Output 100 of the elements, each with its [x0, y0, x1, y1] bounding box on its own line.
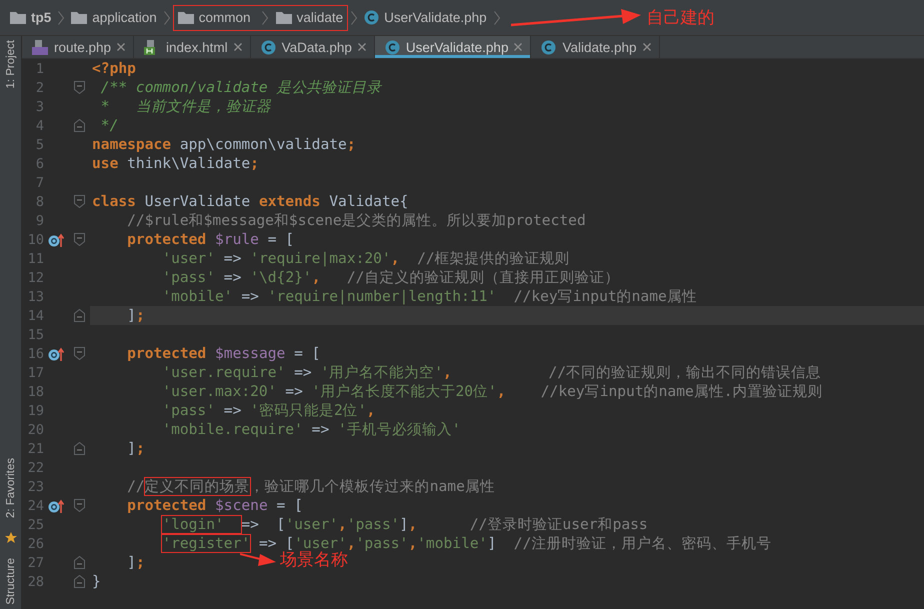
- code-line: 'pass' => '\d{2}', //自定义的验证规则（直接用正则验证）: [161, 268, 620, 287]
- arrow-icon: [510, 6, 641, 28]
- line-number: 10: [26, 232, 44, 248]
- folder-icon: [71, 11, 88, 24]
- tool-window-tab[interactable]: 2: Favorites: [4, 454, 16, 522]
- class-icon: [364, 10, 380, 25]
- override-icon[interactable]: [48, 498, 64, 512]
- line-number: 15: [26, 326, 44, 342]
- code-line: }: [91, 572, 102, 591]
- line-number: 1: [34, 60, 44, 76]
- override-icon[interactable]: [48, 232, 64, 246]
- breadcrumb-item[interactable]: tp5: [6, 10, 56, 25]
- code-line: protected $rule = [: [126, 230, 296, 249]
- close-icon[interactable]: [117, 43, 126, 51]
- line-number: 23: [26, 478, 44, 494]
- code-line: /** common/validate 是公共验证目录: [100, 78, 383, 97]
- php-file-icon: [32, 40, 48, 54]
- line-number: 20: [26, 422, 44, 438]
- code-line: protected $message = [: [126, 344, 322, 363]
- folder-icon: [178, 11, 194, 24]
- line-number: 27: [26, 554, 44, 570]
- code-line: */: [100, 116, 120, 135]
- close-icon[interactable]: [514, 43, 522, 51]
- code-line: ];: [126, 439, 146, 458]
- line-number: 26: [26, 536, 44, 552]
- fold-icon[interactable]: [74, 81, 84, 94]
- class-icon: [541, 40, 556, 54]
- fold-icon[interactable]: [74, 499, 84, 512]
- close-icon[interactable]: [234, 43, 242, 51]
- code-line: * 当前文件是，验证器: [100, 97, 272, 116]
- fold-icon[interactable]: [74, 556, 84, 569]
- close-icon[interactable]: [642, 43, 651, 51]
- chevron-icon: [351, 10, 358, 24]
- chevron-icon: [494, 10, 500, 24]
- annotation-label: 自己建的: [646, 7, 715, 29]
- line-number: 13: [26, 288, 44, 304]
- code-line: 'user.require' => '用户名不能为空', //不同的验证规则，输出不同的错误信息: [161, 363, 822, 382]
- code-line: ]; 场景名称: [126, 553, 349, 572]
- code-line: 'pass' => '密码只能是2位',: [161, 401, 376, 420]
- line-number: 4: [34, 118, 44, 134]
- fold-icon[interactable]: [74, 442, 84, 455]
- line-number: 19: [26, 402, 44, 418]
- line-number: 7: [34, 174, 44, 190]
- fold-icon[interactable]: [74, 309, 84, 322]
- file-tab[interactable]: route.php: [22, 36, 134, 58]
- fold-icon[interactable]: [74, 119, 84, 132]
- breadcrumb-item[interactable]: common: [172, 4, 255, 30]
- class-icon: [384, 40, 400, 54]
- code-line: use think\Validate;: [91, 154, 260, 173]
- fold-icon[interactable]: [74, 575, 84, 588]
- line-number: 3: [34, 98, 44, 114]
- folder-icon: [10, 11, 26, 24]
- breadcrumb-item[interactable]: validate: [254, 4, 348, 30]
- line-number: 22: [26, 460, 44, 476]
- fold-icon[interactable]: [74, 233, 84, 246]
- code-line: class UserValidate extends Validate{: [91, 192, 410, 211]
- line-number: 8: [34, 194, 44, 210]
- fold-icon[interactable]: [74, 347, 84, 360]
- code-line: 'register' => ['user','pass','mobile'] //注册时验证，用户名、密码、手机号: [161, 534, 772, 552]
- tool-window-tab[interactable]: Structure: [4, 554, 16, 609]
- breadcrumb-item[interactable]: UserValidate.php: [360, 10, 491, 25]
- line-number: 24: [26, 498, 44, 514]
- code-line: namespace app\common\validate;: [91, 135, 357, 154]
- code-line: //定义不同的场景，验证哪几个模板传过来的name属性: [126, 477, 496, 496]
- line-number: 6: [34, 156, 44, 172]
- file-tab[interactable]: Validate.php: [531, 36, 660, 58]
- chevron-icon: [164, 10, 170, 24]
- code-line: 'login' => ['user','pass'], //登录时验证user和pass: [161, 515, 649, 534]
- tool-window-tab[interactable]: 1: Project: [4, 36, 16, 93]
- override-icon[interactable]: [48, 346, 64, 360]
- line-number: 12: [26, 270, 44, 286]
- chevron-icon: [262, 10, 268, 24]
- file-tab[interactable]: UserValidate.php: [374, 36, 532, 58]
- code-line: protected $scene = [: [126, 496, 304, 515]
- line-number: 17: [26, 364, 44, 380]
- fold-icon[interactable]: [74, 195, 84, 208]
- code-line: 'user.max:20' => '用户名长度不能大于20位', //key写input的name属性.内置验证规则: [161, 382, 824, 401]
- file-tab[interactable]: index.html: [134, 36, 251, 58]
- line-number: 18: [26, 384, 44, 400]
- code-line: 'user' => 'require|max:20', //框架提供的验证规则: [161, 249, 571, 268]
- line-number: 2: [34, 80, 44, 96]
- line-number: 21: [26, 440, 44, 456]
- line-number: 16: [26, 346, 44, 362]
- line-number: 9: [34, 212, 44, 228]
- line-number: 28: [26, 574, 44, 590]
- line-number: 25: [26, 516, 44, 532]
- line-number: 14: [26, 308, 44, 324]
- star-icon: [4, 532, 16, 544]
- close-icon[interactable]: [358, 43, 366, 51]
- breadcrumb-item[interactable]: application: [67, 10, 161, 25]
- line-number: 11: [26, 250, 44, 266]
- folder-icon: [276, 11, 292, 24]
- arrow-icon: [240, 550, 276, 568]
- code-line: //$rule和$message和$scene是父类的属性。所以要加protected: [126, 211, 587, 230]
- code-line: <?php: [91, 59, 137, 78]
- class-icon: [260, 40, 276, 54]
- chevron-icon: [58, 10, 64, 24]
- line-number: 5: [34, 136, 44, 152]
- code-line: 'mobile' => 'require|number|length:11' //key写input的name属性: [161, 287, 698, 306]
- file-tab[interactable]: VaData.php: [250, 36, 375, 58]
